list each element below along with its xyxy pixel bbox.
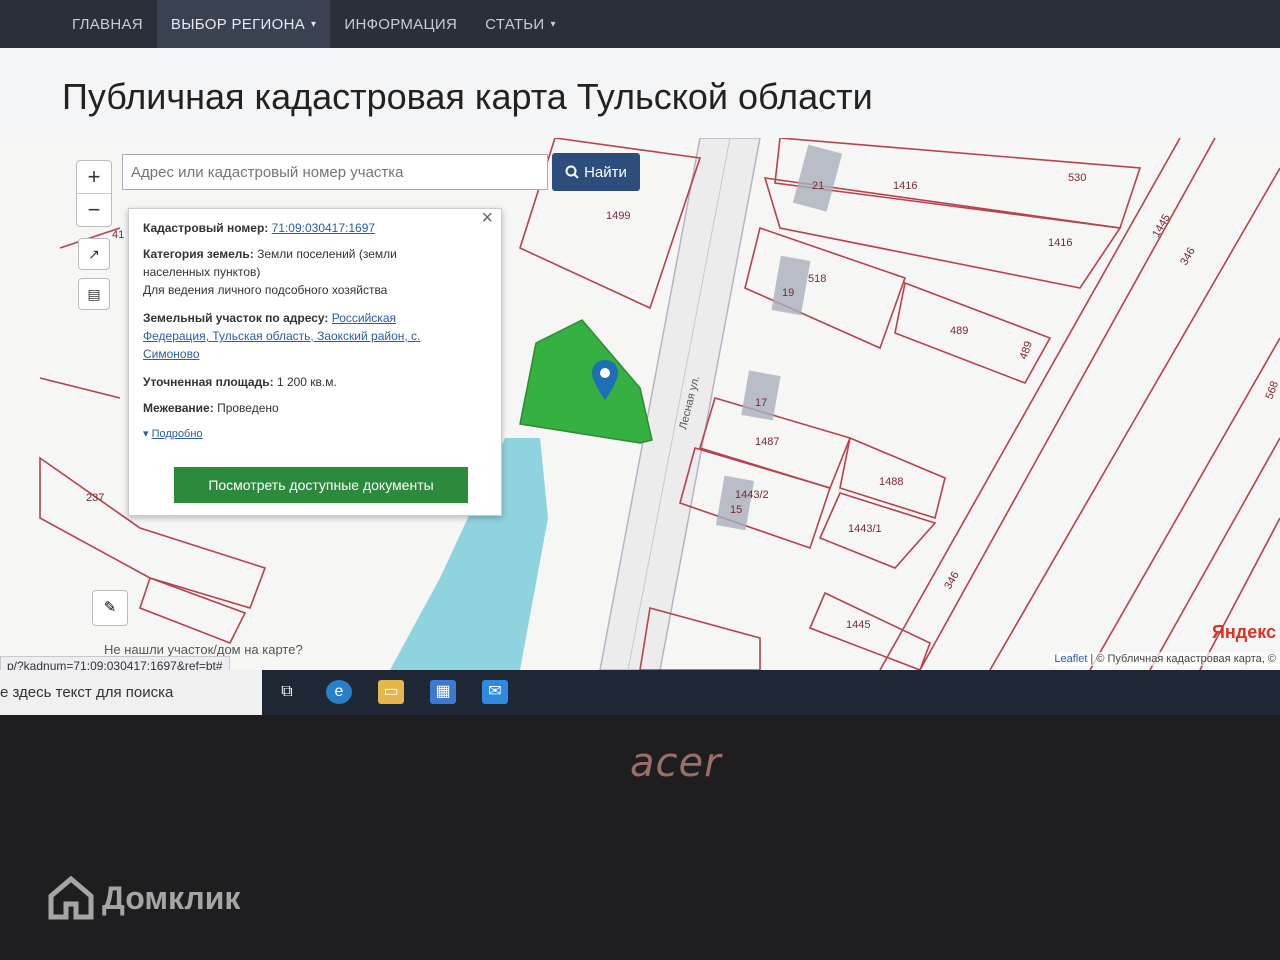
zoom-out-button[interactable]: − bbox=[77, 194, 111, 226]
nav-region-label: ВЫБОР РЕГИОНА bbox=[170, 15, 306, 33]
caret-down-icon: ▾ bbox=[143, 428, 149, 440]
nav-articles[interactable]: СТАТЬИ ▾ bbox=[471, 0, 570, 48]
leaflet-link[interactable]: Leaflet bbox=[1054, 653, 1087, 665]
address-link-end[interactable]: Симоново bbox=[143, 347, 200, 361]
edit-button[interactable]: ✎ bbox=[92, 590, 128, 626]
category-label: Категория земель: bbox=[143, 247, 254, 261]
yandex-logo: Яндекс bbox=[1212, 622, 1276, 643]
mail-icon[interactable]: ✉ bbox=[482, 680, 508, 704]
parcel-label: 1445 bbox=[1150, 212, 1173, 239]
parcel-label: 1443/2 bbox=[735, 489, 769, 501]
nav-articles-label: СТАТЬИ bbox=[485, 15, 545, 33]
chevron-down-icon: ▾ bbox=[550, 18, 556, 30]
parcel-label: 41 bbox=[112, 229, 124, 241]
category-value: Земли поселений (земли bbox=[257, 247, 397, 261]
windows-taskbar: е здесь текст для поиска ⧉ e ▭ ▦ ✉ bbox=[0, 670, 1280, 715]
pencil-icon: ✎ bbox=[103, 599, 117, 616]
search-button-label: Найти bbox=[584, 163, 627, 181]
view-documents-button[interactable]: Посмотреть доступные документы bbox=[174, 467, 468, 503]
search-button[interactable]: Найти bbox=[552, 153, 640, 191]
chevron-down-icon: ▾ bbox=[311, 18, 317, 30]
screen: ГЛАВНАЯ ВЫБОР РЕГИОНА ▾ ИНФОРМАЦИЯ СТАТЬИ… bbox=[0, 0, 1280, 715]
search-input[interactable] bbox=[122, 154, 548, 190]
store-icon[interactable]: ▦ bbox=[430, 680, 456, 704]
parcel-label: 1416 bbox=[1048, 237, 1072, 249]
zoom-control: + − bbox=[76, 160, 112, 227]
parcel-label: 530 bbox=[1068, 172, 1086, 184]
taskbar-apps: ⧉ e ▭ ▦ ✉ bbox=[262, 670, 1280, 715]
area-value: 1 200 кв.м. bbox=[276, 375, 337, 389]
close-icon[interactable]: × bbox=[481, 208, 493, 228]
cadastral-map[interactable]: 1499 21 1416 530 1416 518 19 489 489 17 … bbox=[0, 138, 1280, 670]
parcel-label: 1443/1 bbox=[848, 523, 882, 535]
details-toggle[interactable]: ▾ Подробно bbox=[143, 425, 483, 443]
top-navigation: ГЛАВНАЯ ВЫБОР РЕГИОНА ▾ ИНФОРМАЦИЯ СТАТЬИ… bbox=[0, 0, 1280, 48]
attribution-source: © Публичная кадастровая карта, © bbox=[1096, 653, 1276, 665]
cadastral-number-label: Кадастровый номер: bbox=[143, 221, 269, 235]
acer-logo: acer bbox=[630, 740, 722, 786]
ruler-icon: ↗ bbox=[88, 246, 100, 262]
search-icon bbox=[565, 165, 579, 179]
taskbar-search-text: е здесь текст для поиска bbox=[0, 684, 174, 701]
nav-info[interactable]: ИНФОРМАЦИЯ bbox=[330, 0, 471, 48]
printer-icon: ▤ bbox=[87, 286, 101, 302]
cadastral-number-row: Кадастровый номер: 71:09:030417:1697 bbox=[143, 219, 483, 237]
cadastral-number-link[interactable]: 71:09:030417:1697 bbox=[272, 221, 375, 235]
address-label: Земельный участок по адресу: bbox=[143, 311, 329, 325]
permitted-use: Для ведения личного подсобного хозяйства bbox=[143, 283, 388, 297]
survey-value: Проведено bbox=[217, 401, 279, 415]
parcel-label: 1416 bbox=[893, 180, 917, 192]
watermark-text: Домклик bbox=[102, 879, 241, 916]
nav-info-label: ИНФОРМАЦИЯ bbox=[344, 15, 458, 33]
task-view-icon[interactable]: ⧉ bbox=[274, 680, 300, 704]
address-row: Земельный участок по адресу: Российская … bbox=[143, 309, 483, 363]
category-row: Категория земель: Земли поселений (земли… bbox=[143, 245, 483, 299]
nav-home-label: ГЛАВНАЯ bbox=[72, 15, 143, 33]
yandex-logo-text: Яндекс bbox=[1211, 622, 1276, 642]
parcel-info-popup: × Кадастровый номер: 71:09:030417:1697 К… bbox=[128, 208, 502, 516]
nav-region-select[interactable]: ВЫБОР РЕГИОНА ▾ bbox=[156, 0, 331, 48]
parcel-label: 1445 bbox=[846, 619, 870, 631]
parcel-label: 518 bbox=[808, 273, 826, 285]
file-explorer-icon[interactable]: ▭ bbox=[378, 680, 404, 704]
address-link[interactable]: Российская bbox=[332, 311, 396, 325]
parcel-label: 1499 bbox=[606, 210, 630, 222]
not-found-link[interactable]: Не нашли участок/дом на карте? bbox=[104, 642, 303, 657]
category-value-cont: населенных пунктов) bbox=[143, 265, 261, 279]
nav-home[interactable]: ГЛАВНАЯ bbox=[0, 0, 157, 48]
parcel-label: 1488 bbox=[879, 476, 903, 488]
zoom-in-button[interactable]: + bbox=[77, 161, 111, 194]
survey-row: Межевание: Проведено bbox=[143, 399, 483, 417]
selected-parcel[interactable] bbox=[519, 319, 653, 444]
parcel-label: 21 bbox=[812, 180, 824, 192]
measure-tool-button[interactable]: ↗ bbox=[78, 238, 110, 270]
parcel-label: 489 bbox=[950, 325, 968, 337]
parcel-label: 346 bbox=[942, 570, 962, 592]
taskbar-search[interactable]: е здесь текст для поиска bbox=[0, 670, 262, 715]
area-label: Уточненная площадь: bbox=[143, 375, 274, 389]
parcel-label: 346 bbox=[1178, 246, 1198, 268]
parcel-label: 15 bbox=[730, 504, 742, 516]
parcel-label: 19 bbox=[782, 287, 794, 299]
parcel-label: 1487 bbox=[755, 436, 779, 448]
address-link-cont[interactable]: Федерация, Тульская область, Заокский ра… bbox=[143, 329, 420, 343]
parcel-label: 489 bbox=[1018, 340, 1036, 361]
status-bar-url: p/?kadnum=71:09:030417:1697&ref=bt# bbox=[0, 656, 230, 670]
parcel-label: 237 bbox=[86, 492, 104, 504]
print-button[interactable]: ▤ bbox=[78, 278, 110, 310]
details-link[interactable]: Подробно bbox=[152, 428, 203, 440]
domclick-watermark: Домклик bbox=[48, 876, 240, 920]
house-icon bbox=[48, 876, 94, 920]
edge-icon[interactable]: e bbox=[326, 680, 352, 704]
parcel-label: 568 bbox=[1264, 380, 1280, 401]
page-title: Публичная кадастровая карта Тульской обл… bbox=[62, 76, 873, 117]
survey-label: Межевание: bbox=[143, 401, 214, 415]
map-marker-icon[interactable] bbox=[592, 360, 618, 400]
map-attribution: Leaflet | © Публичная кадастровая карта,… bbox=[1050, 652, 1280, 666]
area-row: Уточненная площадь: 1 200 кв.м. bbox=[143, 373, 483, 391]
parcel-label: 17 bbox=[755, 397, 767, 409]
